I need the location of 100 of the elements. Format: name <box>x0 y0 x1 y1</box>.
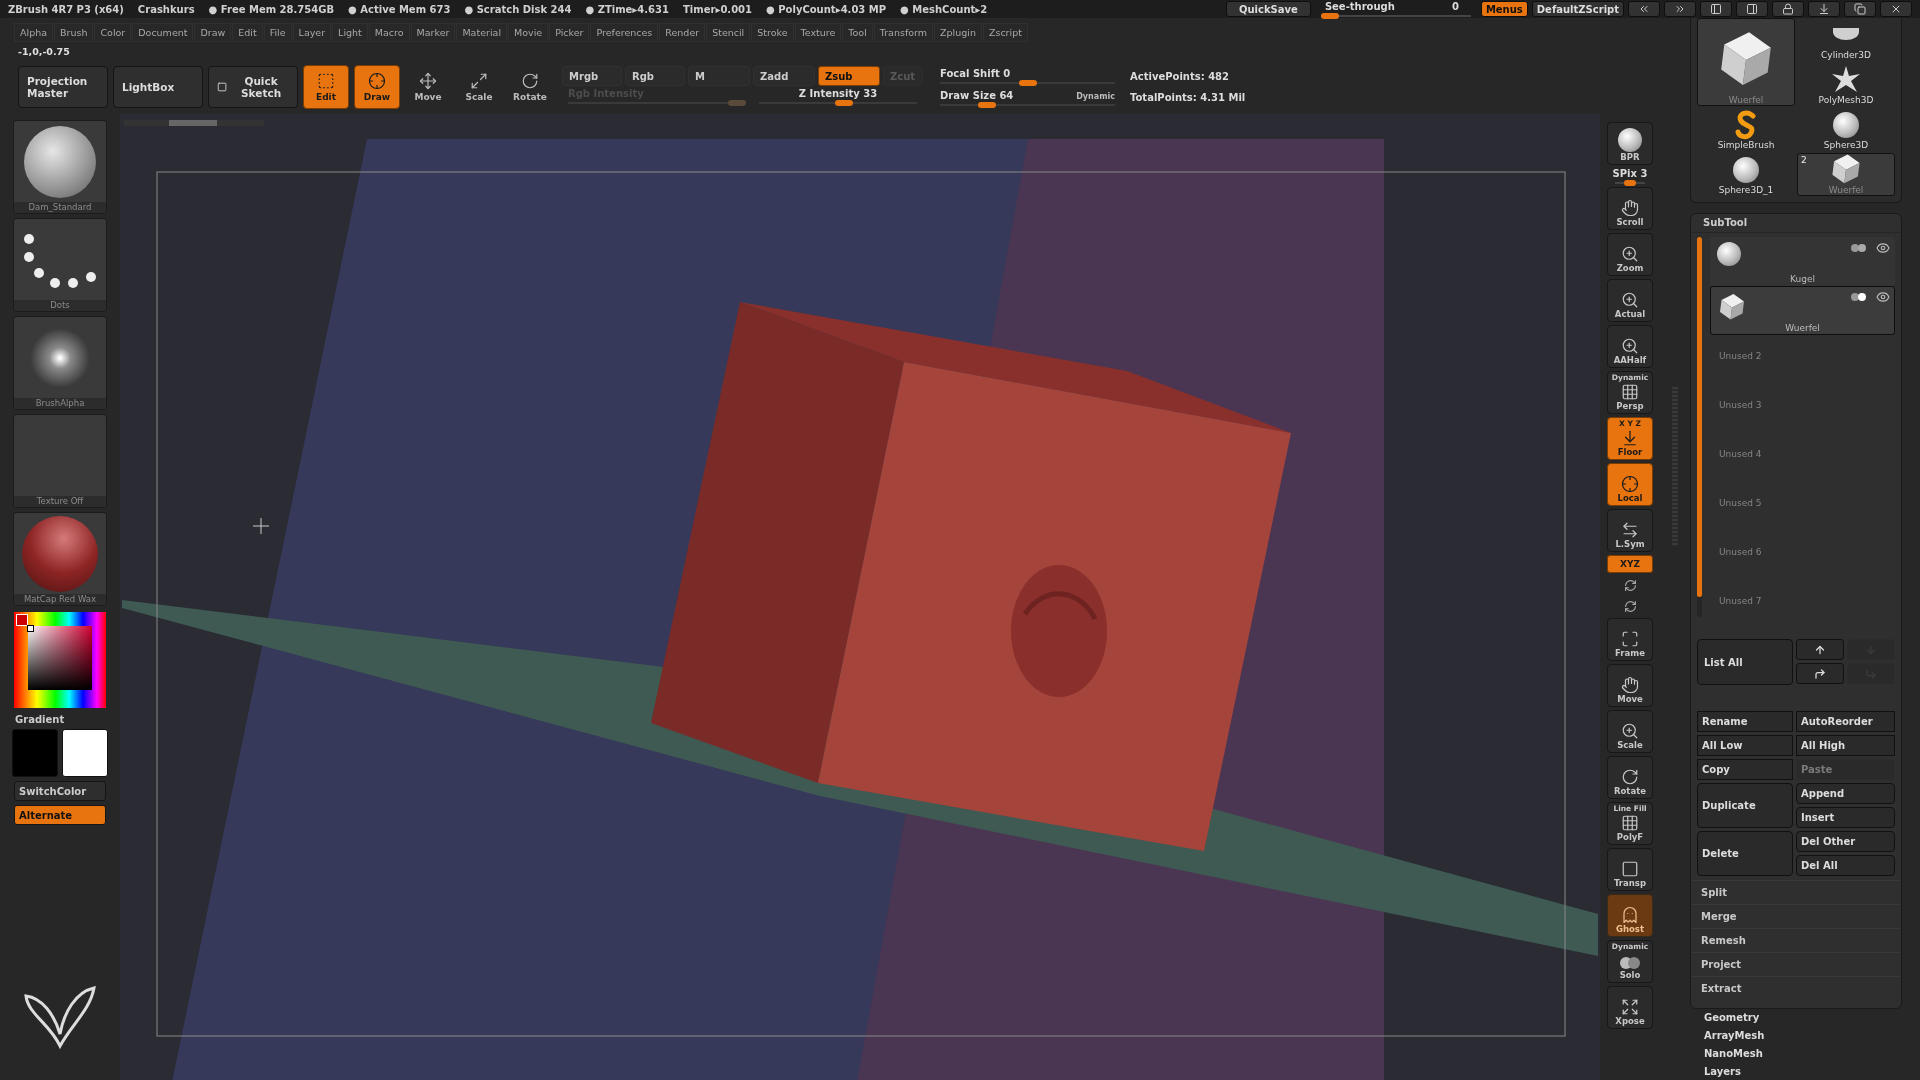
script-button[interactable]: DefaultZScript <box>1531 1 1624 17</box>
subtool-action-button[interactable]: All High <box>1796 735 1895 756</box>
switch-color-button[interactable]: SwitchColor <box>14 781 106 801</box>
subtool-action-button[interactable]: Del All <box>1796 855 1895 876</box>
empty-subtool-slot[interactable]: Unused 3 <box>1710 384 1895 433</box>
menu-item[interactable]: Zscript <box>982 22 1028 42</box>
empty-subtool-slot[interactable]: Unused 6 <box>1710 531 1895 580</box>
menu-item[interactable]: Texture <box>794 22 842 42</box>
shelf-thumbnail[interactable]: Dam_Standard <box>13 120 107 214</box>
lightbox-button[interactable]: LightBox <box>113 66 203 108</box>
tool-tile[interactable]: Cylinder3D <box>1797 18 1895 61</box>
color-swatch[interactable] <box>62 729 108 777</box>
mode-button[interactable]: Move <box>405 65 451 109</box>
slider-thumb[interactable] <box>1624 180 1636 186</box>
subtool-action-button[interactable]: Duplicate <box>1697 783 1793 828</box>
mode-button[interactable]: Scale <box>456 65 502 109</box>
menu-item[interactable]: File <box>263 22 292 42</box>
view-tool-button[interactable]: Zoom <box>1607 233 1653 276</box>
menu-item[interactable]: Stencil <box>706 22 751 42</box>
palette-header[interactable]: ArrayMesh <box>1690 1026 1902 1045</box>
shelf-thumbnail[interactable]: MatCap Red Wax <box>13 512 107 606</box>
slider-thumb[interactable] <box>835 100 854 106</box>
view-tool-button[interactable]: L.Sym <box>1607 509 1653 552</box>
menu-item[interactable]: Movie <box>508 22 549 42</box>
move-subtool-button[interactable] <box>1796 663 1844 684</box>
minimize-button[interactable] <box>1808 1 1840 17</box>
channel-toggle[interactable]: Rgb <box>625 66 685 86</box>
color-swatch[interactable] <box>12 729 58 777</box>
menu-item[interactable]: Color <box>94 22 132 42</box>
view-tool-button[interactable]: Move <box>1607 664 1653 707</box>
view-tool-button[interactable]: Rotate <box>1607 756 1653 799</box>
view-tool-button[interactable]: BPR <box>1607 122 1653 165</box>
shelf-thumbnail[interactable]: BrushAlpha <box>13 316 107 410</box>
tool-tile[interactable]: Sphere3D_1 <box>1697 153 1795 196</box>
tool-tile[interactable]: SimpleBrush <box>1697 108 1795 151</box>
palette-header[interactable]: Geometry <box>1690 1009 1902 1027</box>
subtool-action-button[interactable]: Rename <box>1697 711 1793 732</box>
subtool-action-button[interactable]: Delete <box>1697 831 1793 876</box>
lock-button[interactable] <box>1772 1 1804 17</box>
canvas-scrollbar[interactable] <box>124 120 264 126</box>
move-subtool-button[interactable] <box>1796 639 1844 660</box>
dock-left-button[interactable] <box>1700 1 1732 17</box>
menu-item[interactable]: Transform <box>873 22 934 42</box>
subtool-item[interactable]: Wuerfel <box>1710 286 1895 335</box>
view-tool-button[interactable]: Scroll <box>1607 187 1653 230</box>
subtool-action-button[interactable]: Append <box>1796 783 1895 804</box>
menu-item[interactable]: Layer <box>292 22 332 42</box>
dock-right-button[interactable] <box>1736 1 1768 17</box>
empty-subtool-slot[interactable]: Unused 5 <box>1710 482 1895 531</box>
menu-item[interactable]: Macro <box>368 22 410 42</box>
quicksave-button[interactable]: QuickSave <box>1226 1 1311 17</box>
channel-toggle[interactable]: Zsub <box>818 66 880 86</box>
view-tool-button[interactable]: Transp <box>1607 848 1653 891</box>
subtool-action-button[interactable]: All Low <box>1697 735 1793 756</box>
menu-item[interactable]: Brush <box>54 22 94 42</box>
empty-subtool-slot[interactable]: Unused 2 <box>1710 335 1895 384</box>
mode-button[interactable]: Edit <box>303 65 349 109</box>
shelf-thumbnail[interactable]: Dots <box>13 218 107 312</box>
menu-item[interactable]: Document <box>132 22 194 42</box>
quick-sketch-button[interactable]: Quick Sketch <box>208 66 298 108</box>
menu-item[interactable]: Tool <box>842 22 873 42</box>
menu-item[interactable]: Marker <box>410 22 456 42</box>
menu-item[interactable]: Render <box>659 22 706 42</box>
projection-master-button[interactable]: Projection Master <box>18 66 108 108</box>
subpalette-header[interactable]: Extract <box>1691 976 1901 1000</box>
subpalette-header[interactable]: Merge <box>1691 904 1901 928</box>
slider-thumb[interactable] <box>978 102 997 108</box>
view-tool-button[interactable]: Local <box>1607 463 1653 506</box>
mode-button[interactable]: Rotate <box>507 65 553 109</box>
alternate-button[interactable]: Alternate <box>14 805 106 825</box>
empty-subtool-slot[interactable]: Unused 4 <box>1710 433 1895 482</box>
xyz-toggle[interactable]: XYZ <box>1607 555 1653 573</box>
scroll-right-button[interactable] <box>1664 1 1696 17</box>
empty-subtool-slot[interactable]: Unused 7 <box>1710 580 1895 629</box>
channel-toggle[interactable]: Zadd <box>753 66 815 86</box>
subtool-action-button[interactable]: Insert <box>1796 807 1895 828</box>
menu-item[interactable]: Picker <box>549 22 590 42</box>
color-picker[interactable] <box>14 612 106 708</box>
slider-thumb[interactable] <box>1018 80 1037 86</box>
menu-item[interactable]: Edit <box>232 22 263 42</box>
view-tool-button[interactable]: Actual <box>1607 279 1653 322</box>
subpalette-header[interactable]: Split <box>1691 880 1901 904</box>
menu-item[interactable]: Draw <box>194 22 232 42</box>
subtool-action-button[interactable]: AutoReorder <box>1796 711 1895 732</box>
menu-item[interactable]: Alpha <box>14 22 53 42</box>
list-all-button[interactable]: List All <box>1697 639 1793 685</box>
menu-item[interactable]: Material <box>456 22 507 42</box>
subtool-action-button[interactable]: Copy <box>1697 759 1793 780</box>
menu-item[interactable]: Light <box>332 22 368 42</box>
tool-tile[interactable]: 2 Wuerfel <box>1797 153 1895 196</box>
view-tool-button[interactable]: Xpose <box>1607 986 1653 1029</box>
restore-button[interactable] <box>1844 1 1876 17</box>
close-button[interactable] <box>1880 1 1912 17</box>
tool-tile[interactable]: Sphere3D <box>1797 108 1895 151</box>
subtool-action-button[interactable]: Del Other <box>1796 831 1895 852</box>
shelf-thumbnail[interactable]: Texture Off <box>13 414 107 508</box>
mode-button[interactable]: Draw <box>354 65 400 109</box>
palette-header[interactable]: NanoMesh <box>1690 1044 1902 1063</box>
view-tool-button[interactable]: Scale <box>1607 710 1653 753</box>
menus-button[interactable]: Menus <box>1480 1 1528 17</box>
